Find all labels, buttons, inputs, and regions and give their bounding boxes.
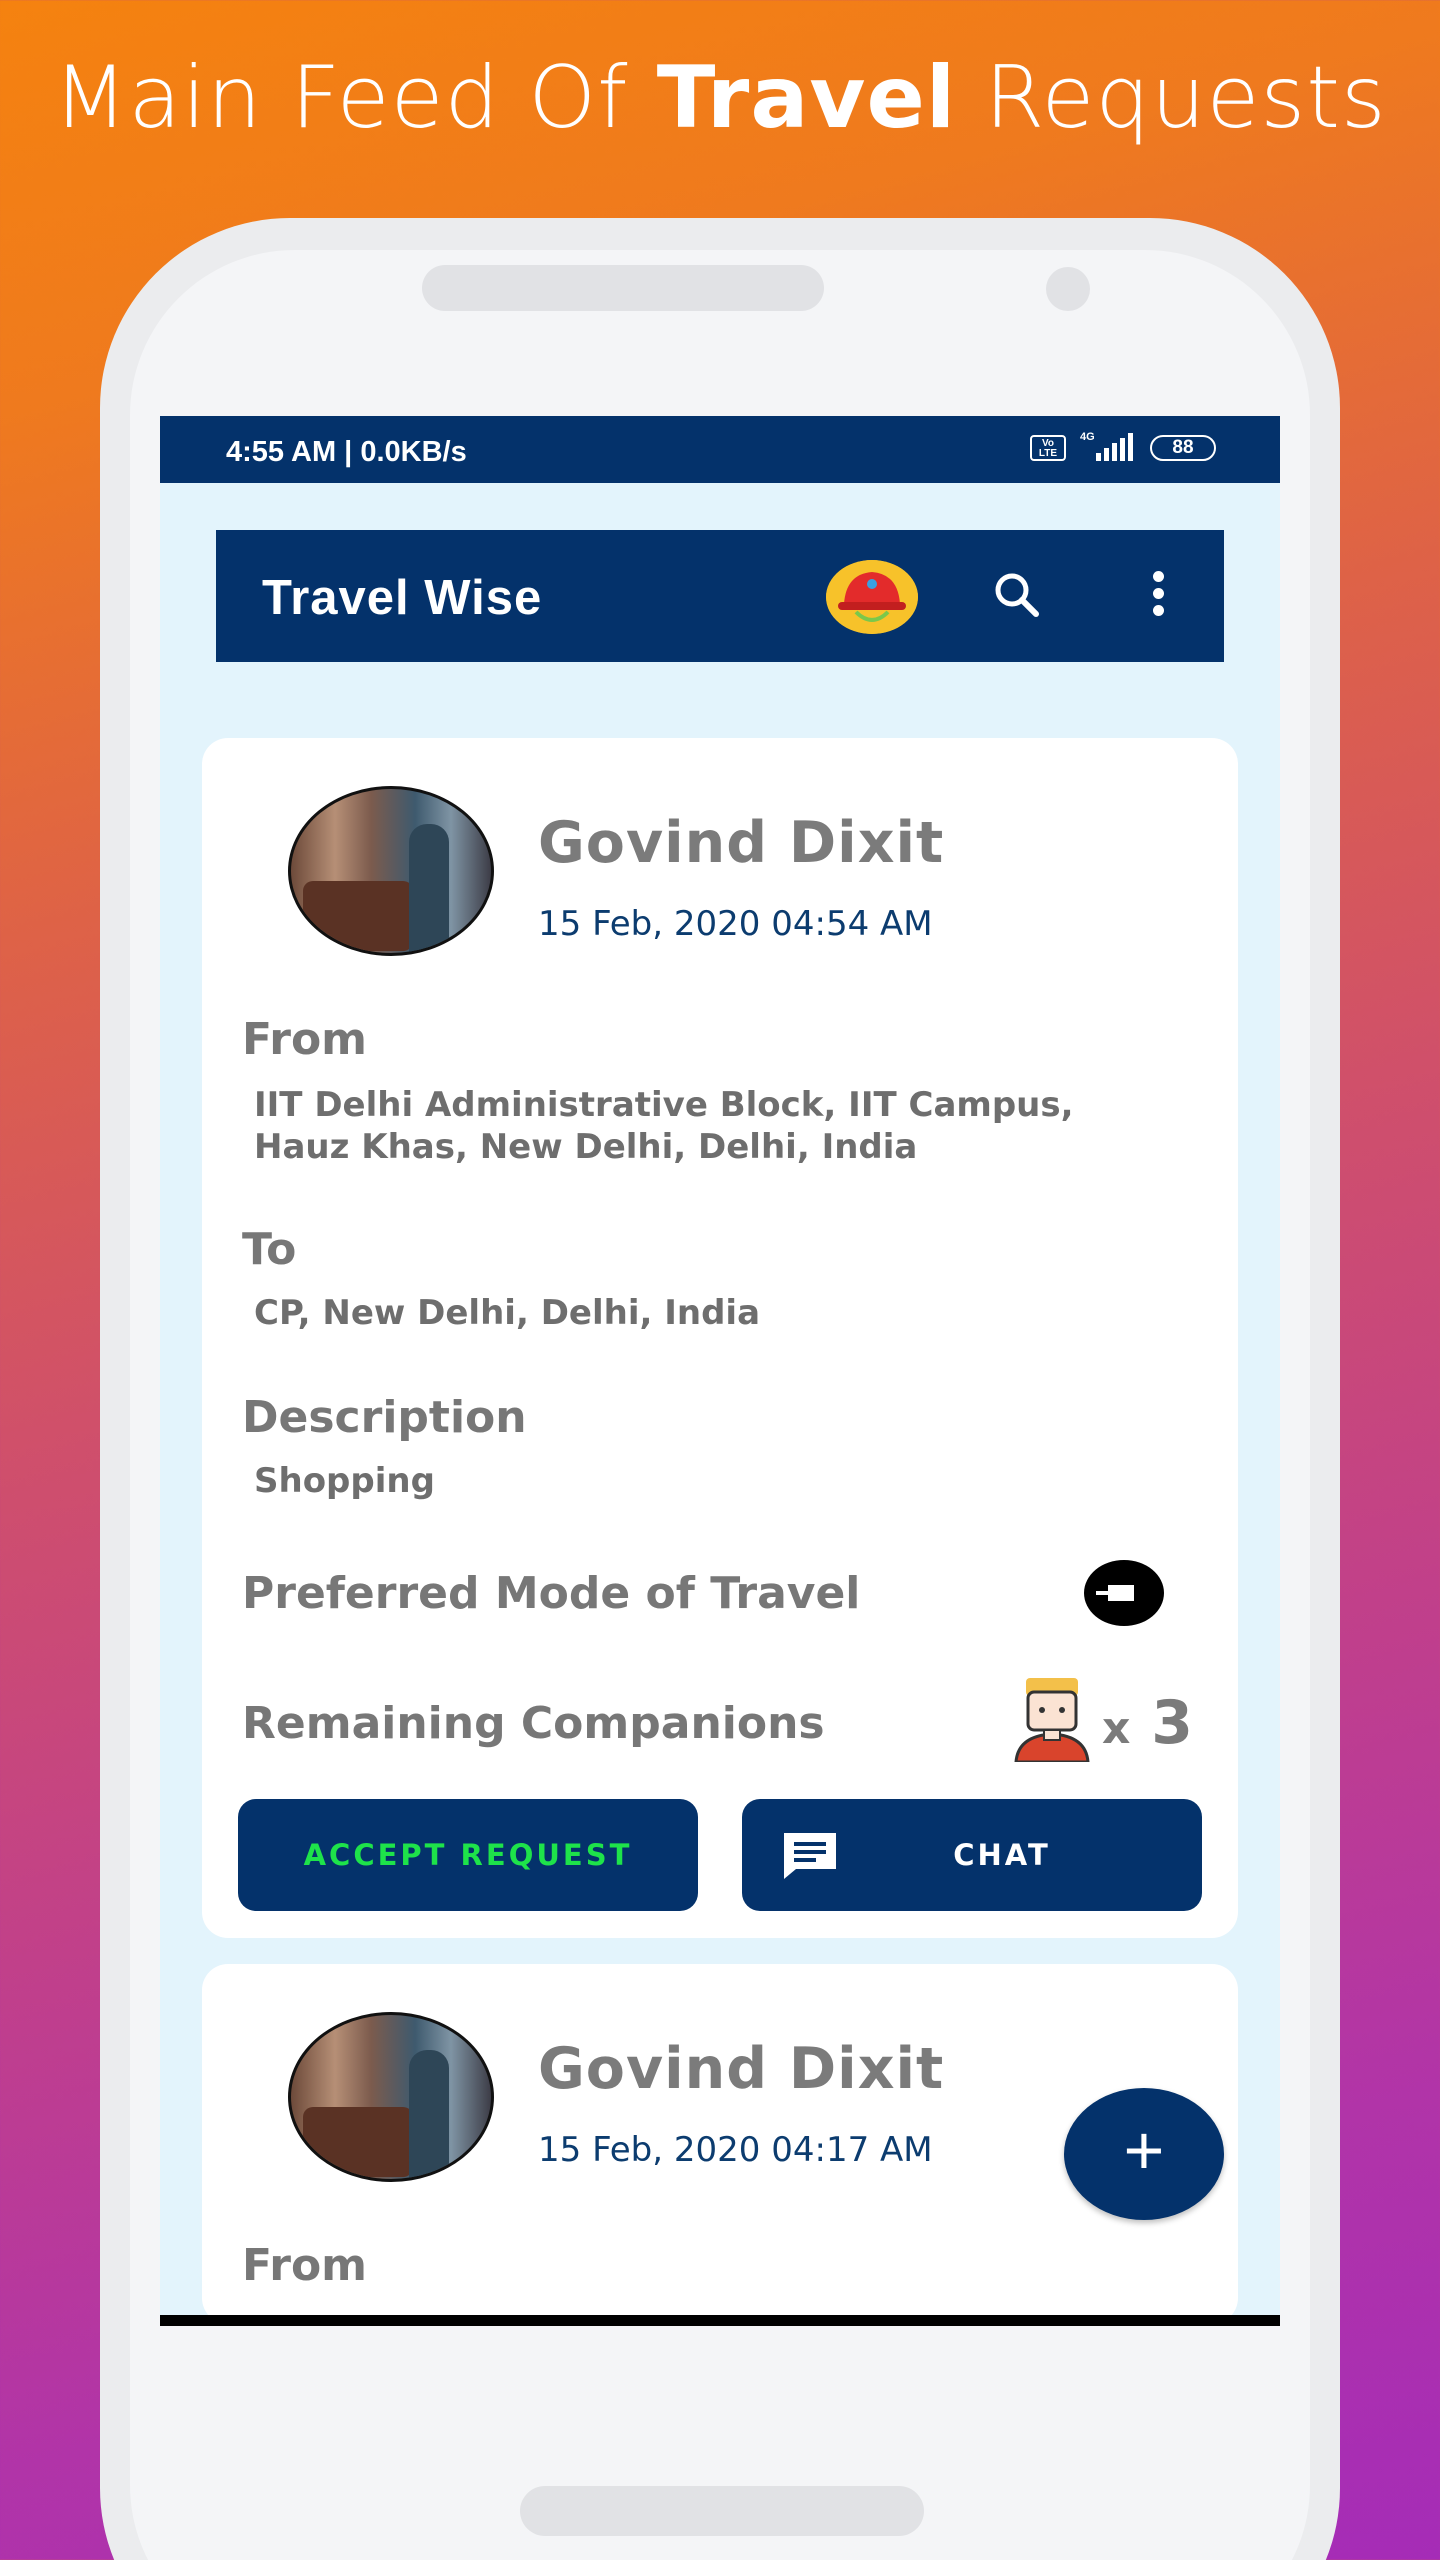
- phone-camera: [1046, 267, 1090, 311]
- from-label: From: [242, 2240, 368, 2291]
- request-date: 15 Feb, 2020 04:54 AM: [538, 904, 933, 944]
- chat-icon: [784, 1833, 836, 1879]
- profile-photo[interactable]: [288, 2012, 494, 2182]
- to-label: To: [242, 1224, 297, 1275]
- person-icon: [998, 1678, 1102, 1764]
- app-toolbar: Travel Wise: [216, 530, 1224, 662]
- status-time: 4:55 AM | 0.0KB/s: [226, 436, 467, 468]
- system-nav-bar: [160, 2315, 1280, 2326]
- to-value: CP, New Delhi, Delhi, India: [254, 1293, 761, 1333]
- battery-icon: 88: [1150, 435, 1216, 461]
- helmet-avatar-icon[interactable]: [826, 560, 918, 634]
- chat-label: CHAT: [953, 1838, 1051, 1872]
- request-date: 15 Feb, 2020 04:17 AM: [538, 2130, 933, 2170]
- profile-photo[interactable]: [288, 786, 494, 956]
- more-options-icon[interactable]: [1146, 568, 1170, 624]
- search-icon[interactable]: [986, 564, 1050, 628]
- companions-label: Remaining Companions: [242, 1698, 825, 1749]
- promo-headline: Main Feed Of Travel Requests: [0, 48, 1440, 148]
- phone-bottom-speaker: [520, 2486, 924, 2536]
- headline-bold: Travel: [656, 48, 957, 148]
- status-bar: 4:55 AM | 0.0KB/s Vo LTE 4G 88: [160, 416, 1280, 483]
- travel-mode-label: Preferred Mode of Travel: [242, 1568, 861, 1619]
- from-label: From: [242, 1014, 368, 1065]
- network-type: 4G: [1080, 431, 1095, 443]
- description-label: Description: [242, 1392, 527, 1443]
- requester-name: Govind Dixit: [538, 810, 945, 876]
- requester-name: Govind Dixit: [538, 2036, 945, 2102]
- signal-icon: 4G: [1080, 431, 1136, 465]
- companions-count: x 3: [1102, 1688, 1193, 1758]
- app-screen: 4:55 AM | 0.0KB/s Vo LTE 4G 88 Travel Wi…: [160, 416, 1280, 2326]
- volte-icon: Vo LTE: [1030, 435, 1066, 461]
- headline-part1: Main Feed Of: [53, 48, 657, 148]
- companions-number: 3: [1151, 1688, 1194, 1758]
- add-request-button[interactable]: +: [1064, 2088, 1224, 2220]
- from-value: IIT Delhi Administrative Block, IIT Camp…: [254, 1085, 1074, 1167]
- app-title: Travel Wise: [262, 571, 543, 625]
- headline-part2: Requests: [956, 48, 1387, 148]
- companions-prefix: x: [1102, 1703, 1131, 1754]
- accept-request-button[interactable]: ACCEPT REQUEST: [238, 1799, 698, 1911]
- uber-icon: [1084, 1560, 1164, 1626]
- chat-button[interactable]: CHAT: [742, 1799, 1202, 1911]
- status-icons: Vo LTE 4G 88: [1030, 431, 1216, 465]
- description-value: Shopping: [254, 1461, 435, 1501]
- travel-request-card: Govind Dixit 15 Feb, 2020 04:54 AM From …: [202, 738, 1238, 1938]
- phone-speaker: [422, 265, 824, 311]
